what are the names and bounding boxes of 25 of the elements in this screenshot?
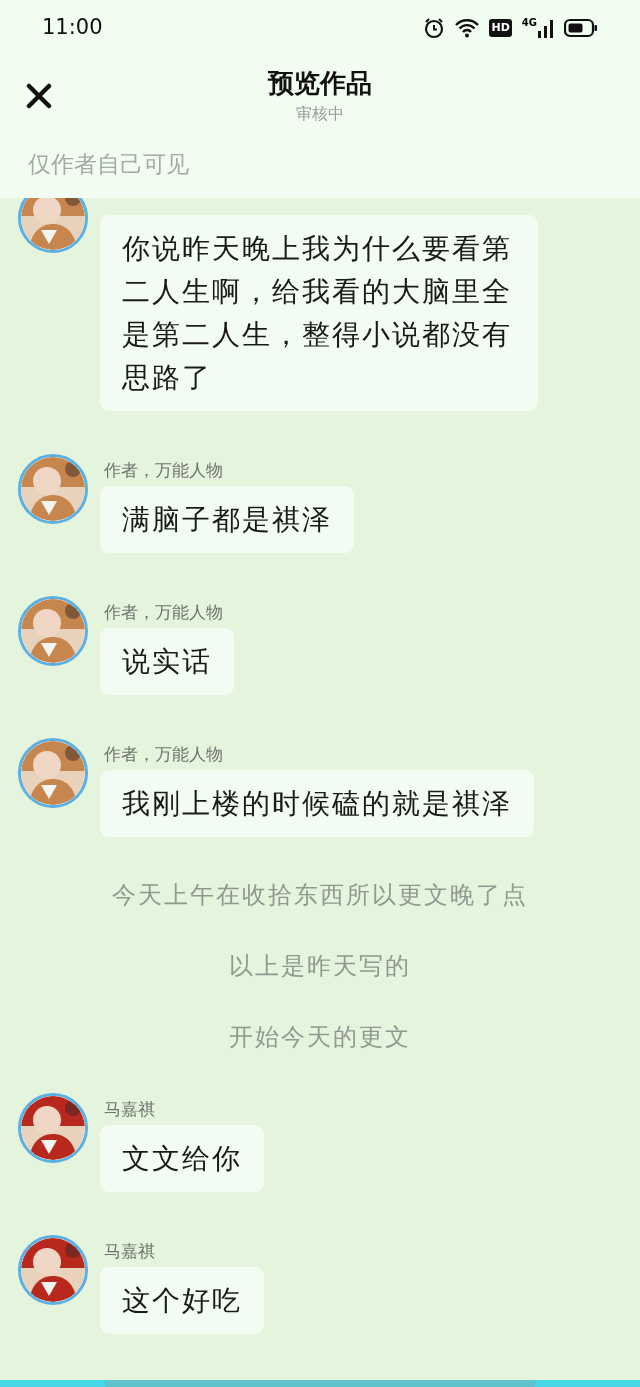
status-time: 11:00 [42, 13, 103, 41]
message-bubble: 这个好吃 [100, 1267, 264, 1334]
page-title: 预览作品 [268, 67, 372, 100]
sender-name: 作者，万能人物 [104, 459, 223, 481]
battery-icon [564, 17, 598, 38]
narration-text: 以上是昨天写的 [229, 950, 411, 982]
signal-icon [538, 17, 554, 38]
visibility-notice: 仅作者自己可见 [28, 151, 189, 177]
close-icon [26, 83, 52, 109]
message-bubble: 我刚上楼的时候磕的就是祺泽 [100, 770, 534, 837]
message-bubble: 说实话 [100, 628, 234, 695]
wifi-icon [455, 17, 480, 38]
sender-name: 作者，万能人物 [104, 601, 223, 623]
message-bubble: 文文给你 [100, 1125, 264, 1192]
message-bubble: 你说昨天晚上我为什么要看第二人生啊，给我看的大脑里全是第二人生，整得小说都没有思路了 [100, 215, 538, 411]
sender-name: 马嘉祺 [104, 1240, 155, 1262]
narration-text: 开始今天的更文 [229, 1021, 411, 1053]
sender-name: 作者，万能人物 [104, 743, 223, 765]
hd-badge: HD [489, 18, 512, 37]
review-status: 审核中 [296, 103, 344, 125]
alarm-icon [423, 16, 446, 39]
narration-text: 今天上午在收拾东西所以更文晚了点 [112, 879, 528, 911]
network-label: 4G [521, 17, 537, 28]
message-bubble: 满脑子都是祺泽 [100, 486, 354, 553]
sender-name: 马嘉祺 [104, 1098, 155, 1120]
